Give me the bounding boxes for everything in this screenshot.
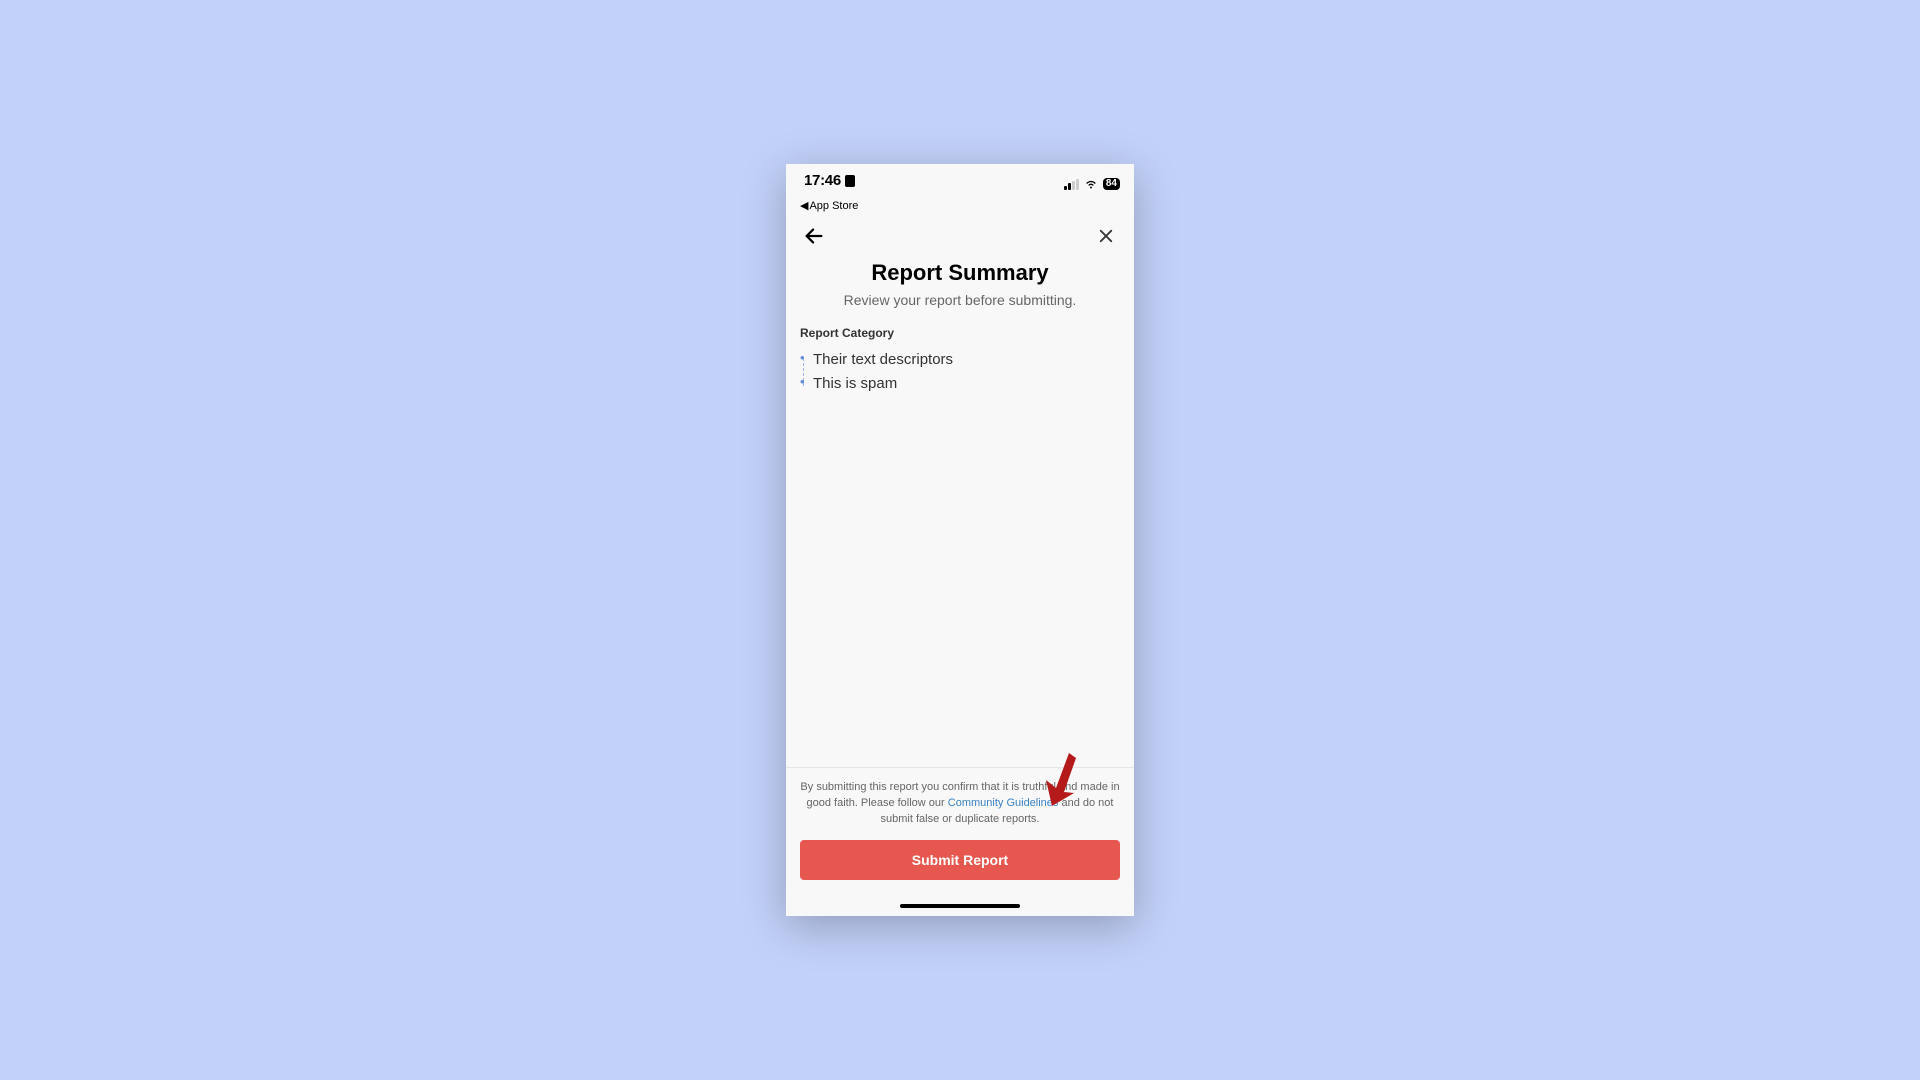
status-time: 17:46	[804, 172, 841, 189]
page-header: Report Summary Review your report before…	[786, 260, 1134, 326]
section-label: Report Category	[800, 326, 1120, 340]
home-indicator[interactable]	[900, 904, 1020, 908]
nav-bar	[786, 216, 1134, 260]
status-left: 17:46	[804, 172, 855, 189]
footer: By submitting this report you confirm th…	[786, 767, 1134, 890]
phone-frame: 17:46 84 ◀ App Store	[786, 164, 1134, 916]
close-icon	[1097, 227, 1115, 245]
status-right: 84	[1064, 178, 1120, 190]
content: Report Summary Review your report before…	[786, 260, 1134, 916]
battery-indicator: 84	[1103, 178, 1120, 190]
disclaimer-text: By submitting this report you confirm th…	[800, 780, 1120, 828]
back-chevron-icon: ◀	[800, 199, 808, 212]
community-guidelines-link[interactable]: Community Guidelines	[948, 797, 1059, 809]
arrow-left-icon	[803, 225, 825, 247]
list-item: This is spam	[800, 372, 1120, 396]
battery-percent: 84	[1103, 178, 1120, 190]
page-subtitle: Review your report before submitting.	[800, 292, 1120, 308]
back-button[interactable]	[800, 222, 828, 250]
report-category-section: Report Category Their text descriptors T…	[786, 326, 1134, 396]
wifi-icon	[1084, 179, 1098, 190]
status-bar: 17:46 84	[786, 164, 1134, 198]
status-app-icon	[845, 175, 855, 187]
spacer	[786, 396, 1134, 767]
app-return-label: App Store	[809, 200, 858, 212]
close-button[interactable]	[1092, 222, 1120, 250]
time-row: 17:46	[804, 172, 855, 189]
category-list: Their text descriptors This is spam	[800, 348, 1120, 396]
page-title: Report Summary	[800, 260, 1120, 286]
cellular-signal-icon	[1064, 179, 1079, 190]
submit-report-button[interactable]: Submit Report	[800, 840, 1120, 880]
app-return-link[interactable]: ◀ App Store	[786, 199, 1134, 212]
list-item: Their text descriptors	[800, 348, 1120, 372]
